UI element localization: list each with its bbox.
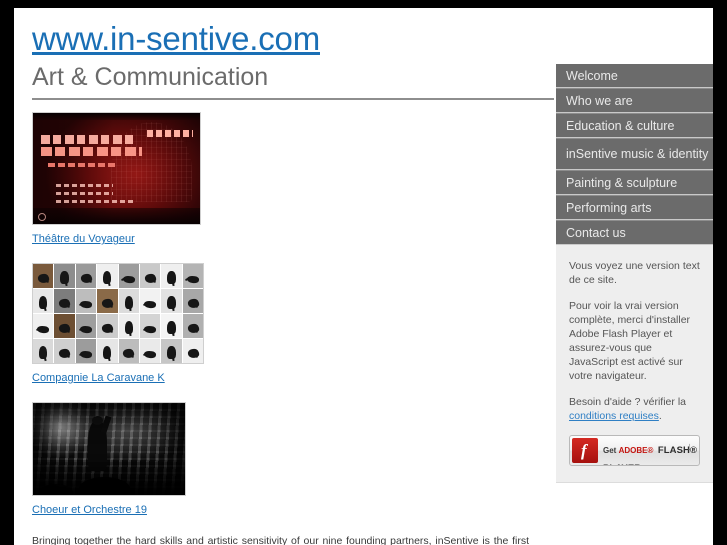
flash-notice-panel: Vous voyez une version text de ce site. …	[556, 245, 713, 483]
conductor-orchestra-photo-image[interactable]	[32, 402, 186, 496]
notice-paragraph-2: Pour voir la vrai version complète, merc…	[569, 300, 691, 382]
poster-credit-line-1	[56, 184, 114, 188]
poster-top-bar	[33, 113, 200, 120]
nav-item-who-we-are[interactable]: Who we are	[556, 88, 713, 113]
poster-footer-band	[33, 208, 200, 224]
system-requirements-link[interactable]: conditions requises	[569, 410, 659, 422]
nav-item-welcome[interactable]: Welcome	[556, 64, 713, 88]
entry-theatre-du-voyageur: Théâtre du Voyageur	[32, 112, 542, 255]
flash-badge-text: Get ADOBE® FLASH® PLAYER	[603, 440, 699, 465]
poster-credit-line-2	[56, 191, 114, 195]
notice-help-suffix: .	[658, 410, 662, 422]
flash-f-glyph: f	[581, 441, 587, 460]
right-sidebar: Welcome Who we are Education & culture i…	[556, 64, 713, 483]
notice-paragraph-3: Besoin d'aide ? vérifier la conditions r…	[569, 395, 700, 423]
flash-badge-line-1: Get ADOBE®	[603, 446, 653, 455]
collage-grid	[33, 264, 203, 363]
poster-artwork	[33, 113, 200, 224]
header-divider	[32, 98, 554, 100]
get-adobe-flash-player-button[interactable]: f Get ADOBE® FLASH® PLAYER	[569, 435, 700, 466]
intro-paragraph: Bringing together the hard skills and ar…	[32, 535, 529, 545]
site-tagline: Art & Communication	[32, 63, 269, 91]
entry-compagnie-la-caravane-k: Compagnie La Caravane K	[32, 263, 542, 394]
flash-adobe-label: ADOBE®	[618, 446, 654, 455]
poster-subtitle-text	[48, 162, 115, 167]
flash-get-label: Get	[603, 446, 619, 455]
photo-vignette	[33, 403, 185, 495]
le-ventre-de-shakespeare-poster-image[interactable]	[32, 112, 201, 225]
page-canvas: www.in-sentive.com Art & Communication T…	[14, 8, 713, 545]
poster-title-line-1	[41, 135, 135, 145]
poster-logo-mark	[38, 212, 46, 221]
caption-link-choeur-et-orchestre-19[interactable]: Choeur et Orchestre 19	[32, 503, 147, 517]
site-header: www.in-sentive.com Art & Communication	[32, 20, 554, 100]
caption-link-theatre-du-voyageur[interactable]: Théâtre du Voyageur	[32, 232, 135, 246]
entry-choeur-et-orchestre-19: Choeur et Orchestre 19	[32, 402, 542, 526]
notice-help-prefix: Besoin d'aide ? vérifier la	[569, 396, 686, 408]
site-title-link[interactable]: www.in-sentive.com	[32, 20, 554, 58]
nav-item-insentive-music-identity[interactable]: inSentive music & identity	[556, 138, 713, 170]
caption-link-compagnie-la-caravane-k[interactable]: Compagnie La Caravane K	[32, 371, 165, 385]
poster-credit-line-3	[56, 199, 134, 203]
nav-item-painting-sculpture[interactable]: Painting & sculpture	[556, 170, 713, 195]
adobe-flash-logo-icon: f	[572, 438, 598, 463]
nav-item-education-culture[interactable]: Education & culture	[556, 113, 713, 138]
main-content: Théâtre du Voyageur Compagnie La Caravan…	[32, 112, 542, 545]
notice-paragraph-1: Vous voyez une version text de ce site.	[569, 260, 700, 286]
main-navigation: Welcome Who we are Education & culture i…	[556, 64, 713, 245]
nav-item-performing-arts[interactable]: Performing arts	[556, 195, 713, 220]
nav-item-contact-us[interactable]: Contact us	[556, 220, 713, 245]
poster-dates-text	[146, 129, 194, 137]
dance-photo-collage-image[interactable]	[32, 263, 204, 364]
poster-title-line-2	[41, 147, 142, 157]
